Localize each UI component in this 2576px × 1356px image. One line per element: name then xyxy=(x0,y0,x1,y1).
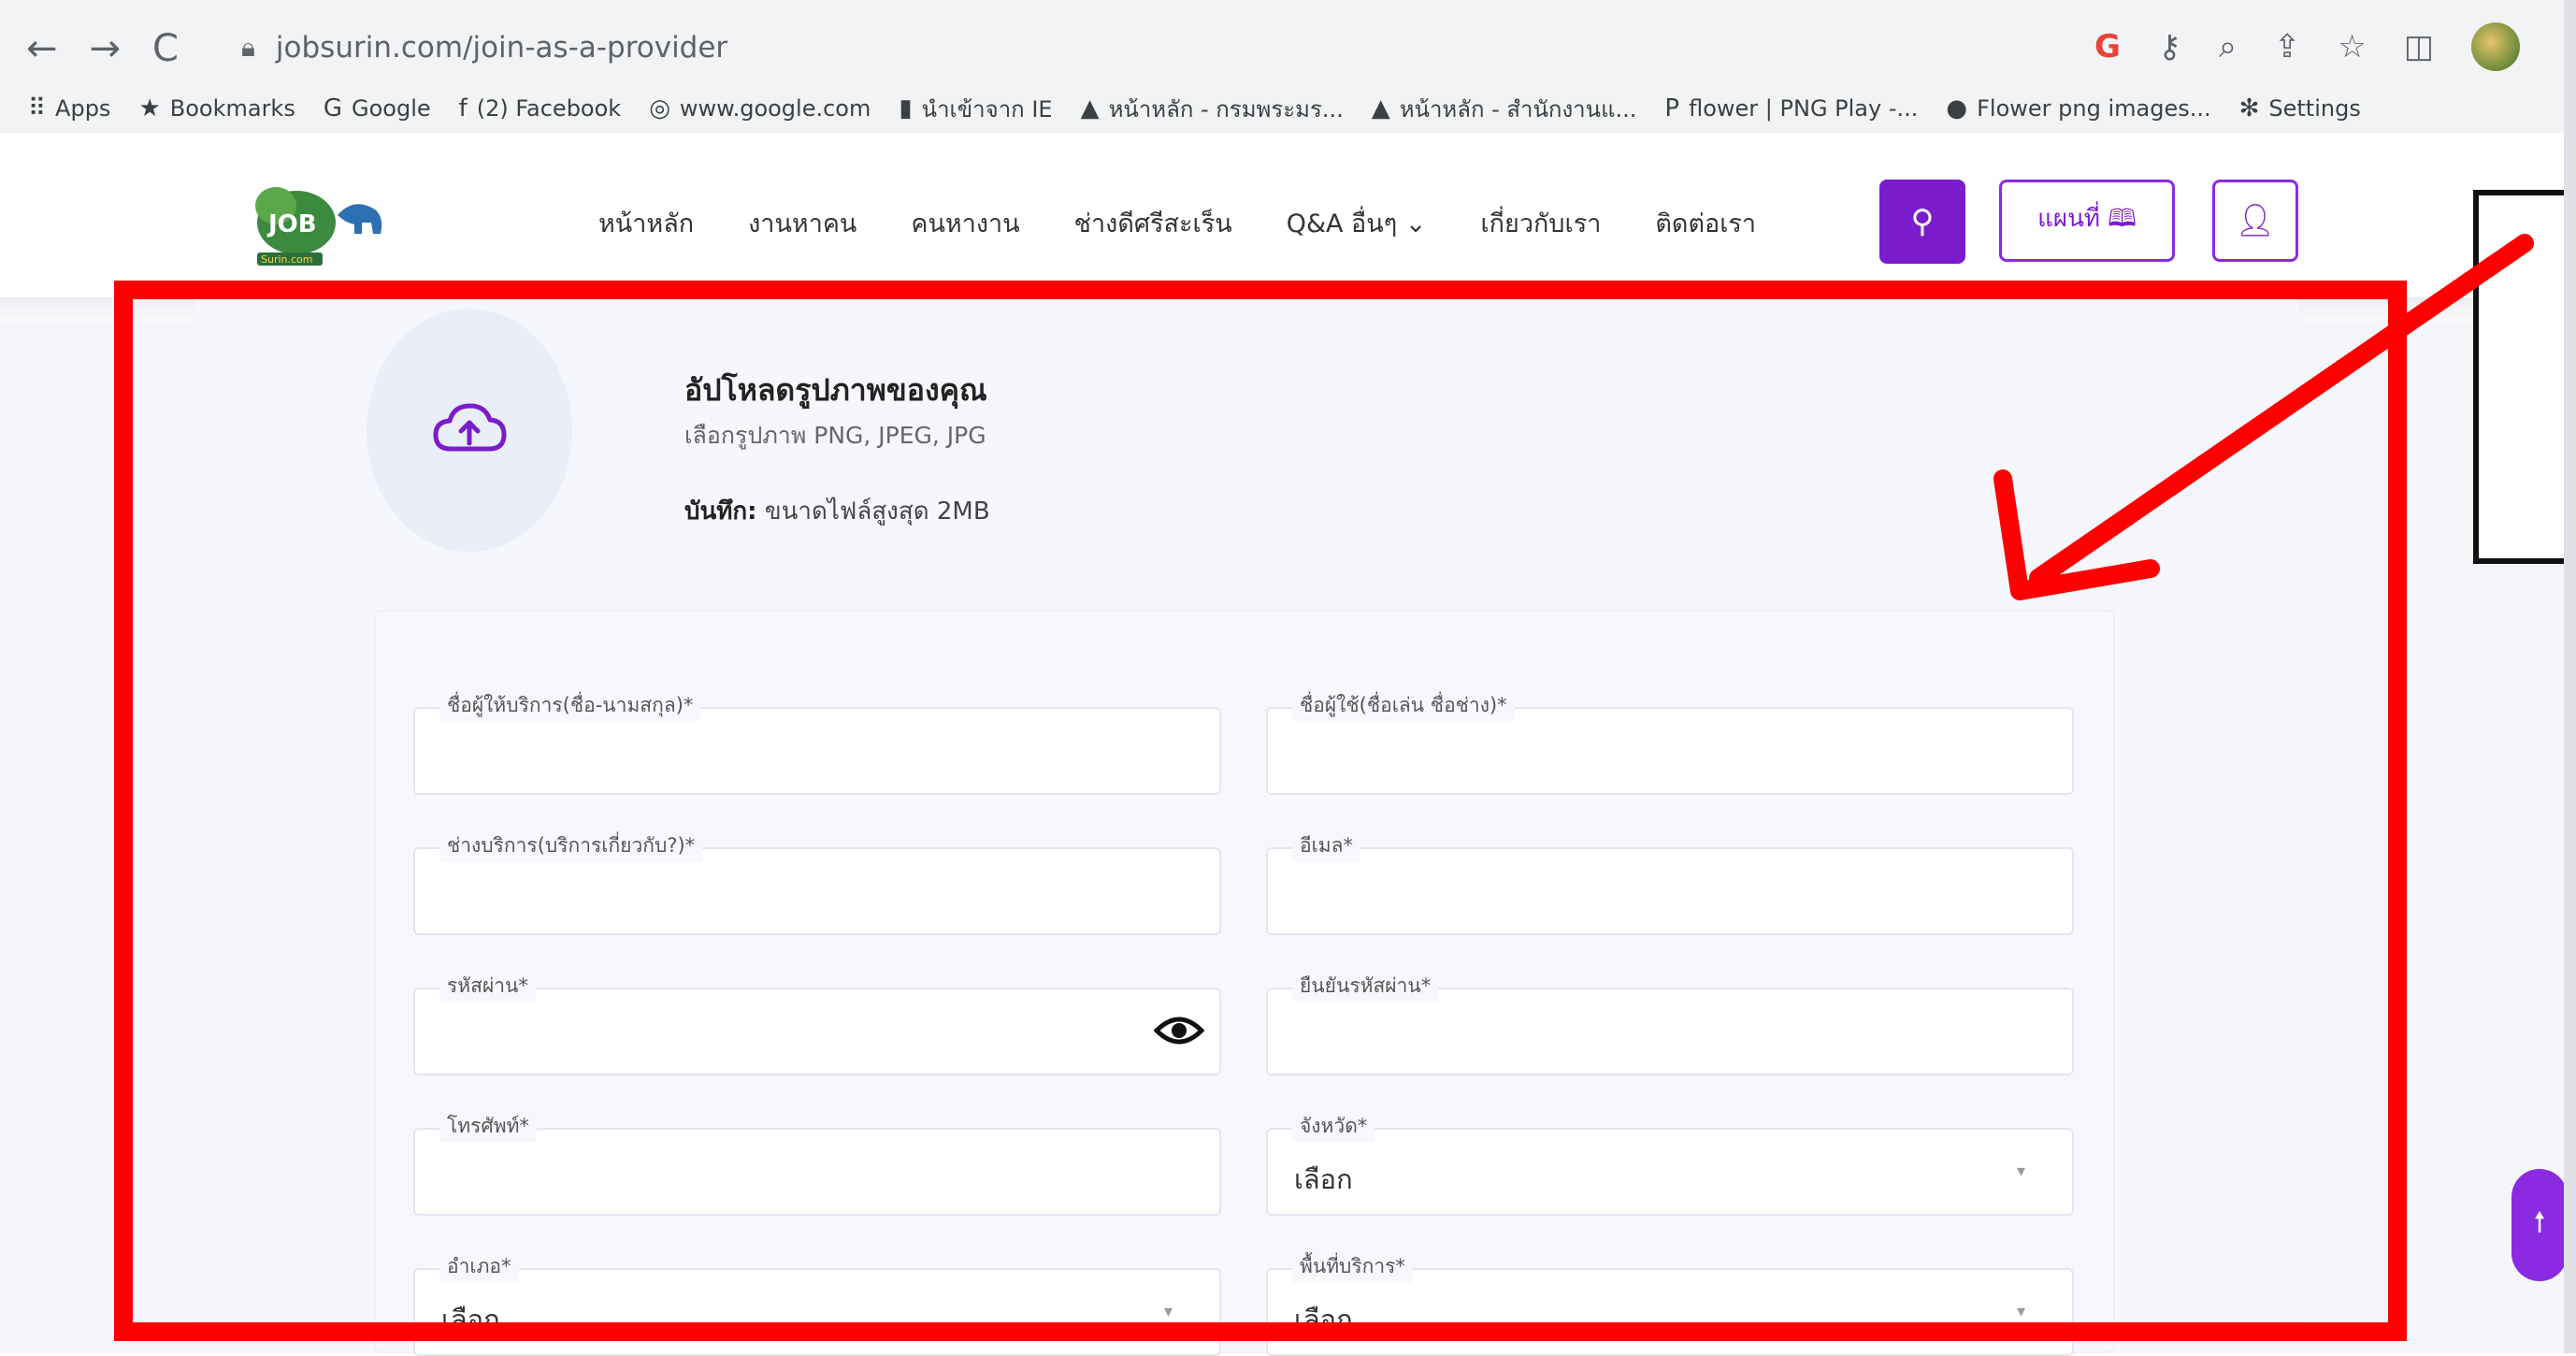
bookmark-label: www.google.com xyxy=(679,95,871,122)
search-button[interactable]: ⚲ xyxy=(1879,180,1965,264)
bookmark-item[interactable]: ▮ นำเข้าจาก IE xyxy=(899,91,1052,127)
lock-icon: 🔒︎ xyxy=(241,32,255,63)
bookmark-label: หน้าหลัก - สำนักงานแ... xyxy=(1399,95,1637,123)
bookmark-label: (2) Facebook xyxy=(476,95,622,122)
star-icon[interactable]: ☆ xyxy=(2338,28,2366,65)
site-icon: ▲ xyxy=(1080,94,1100,123)
nav-item[interactable]: หน้าหลัก xyxy=(598,203,694,243)
bookmark-label: นำเข้าจาก IE xyxy=(921,95,1053,123)
bookmark-label: Settings xyxy=(2268,95,2361,122)
nav-item[interactable]: ติดต่อเรา xyxy=(1655,203,1756,243)
globe-icon: ◎ xyxy=(649,94,670,123)
bookmark-label: flower | PNG Play -... xyxy=(1689,95,1919,122)
bookmark-item[interactable]: Pflower | PNG Play -... xyxy=(1664,94,1918,123)
google-translate-icon[interactable]: G xyxy=(2094,28,2121,65)
profile-avatar[interactable] xyxy=(2471,22,2520,71)
bookmark-item[interactable]: ◎ www.google.com xyxy=(649,94,871,123)
svg-text:Surin.com: Surin.com xyxy=(261,253,313,266)
bookmark-item[interactable]: f (2) Facebook xyxy=(459,94,622,123)
bookmark-item[interactable]: ⠿ Apps xyxy=(28,94,110,123)
nav-item[interactable]: Q&A อื่นๆ ⌄ xyxy=(1287,203,1427,243)
bookmark-item[interactable]: G Google xyxy=(324,94,431,123)
browser-nav-buttons: ← → C xyxy=(26,21,179,77)
google-icon: G xyxy=(323,94,342,123)
bookmark-item[interactable]: ✻ Settings xyxy=(2239,94,2361,123)
flower-icon: ● xyxy=(1946,94,1968,123)
side-panel-icon[interactable]: ◫ xyxy=(2404,28,2434,65)
reload-icon[interactable]: C xyxy=(152,27,179,70)
share-icon[interactable]: ⇪ xyxy=(2274,28,2301,65)
pinterest-icon: P xyxy=(1664,94,1680,123)
nav-item[interactable]: เกี่ยวกับเรา xyxy=(1480,203,1601,243)
bookmark-label: Bookmarks xyxy=(169,95,295,122)
facebook-icon: f xyxy=(458,94,468,123)
back-icon[interactable]: ← xyxy=(26,27,58,70)
folder-icon: ▮ xyxy=(899,94,913,123)
apps-grid-icon: ⠿ xyxy=(28,94,47,123)
nav-item[interactable]: คนหางาน xyxy=(911,203,1019,243)
gear-icon: ✻ xyxy=(2238,94,2260,123)
key-icon[interactable]: ⚷ xyxy=(2158,28,2181,65)
bookmark-item[interactable]: ● Flower png images... xyxy=(1946,94,2210,123)
scroll-to-top-button[interactable]: 🠕 xyxy=(2511,1169,2568,1281)
bookmark-label: Apps xyxy=(55,95,111,122)
nav-item[interactable]: งานหาคน xyxy=(748,203,856,243)
bookmark-item[interactable]: ★ Bookmarks xyxy=(138,94,295,123)
arrow-up-icon: 🠕 xyxy=(2533,1205,2546,1239)
jobsurin-logo[interactable]: JOB Surin.com xyxy=(248,178,397,271)
window-edge xyxy=(2564,0,2576,1353)
annotation-red-arrow xyxy=(1993,234,2534,600)
bookmark-item[interactable]: ▲ หน้าหลัก - กรมพระมร... xyxy=(1081,91,1344,127)
site-icon: ▲ xyxy=(1371,94,1390,123)
svg-text:JOB: JOB xyxy=(266,210,317,238)
nav-item[interactable]: ช่างดีศรีสะเร็น xyxy=(1074,203,1232,243)
bookmarks-bar: ⠿ Apps ★ Bookmarks G Google f (2) Facebook ◎ www.… xyxy=(0,84,2576,135)
main-nav: หน้าหลัก งานหาคน คนหางาน ช่างดีศรีสะเร็น Q&A… xyxy=(598,203,1756,243)
url-text[interactable]: jobsurin.com/join-as-a-provider xyxy=(276,31,727,65)
bookmark-label: Google xyxy=(352,95,431,122)
star-icon: ★ xyxy=(138,94,161,123)
browser-action-icons: G ⚷ ⌕ ⇪ ☆ ◫ xyxy=(2094,22,2520,71)
bookmark-item[interactable]: ▲ หน้าหลัก - สำนักงานแ... xyxy=(1372,91,1637,127)
bookmark-label: Flower png images... xyxy=(1977,95,2211,122)
search-icon: ⚲ xyxy=(1910,203,1935,240)
forward-icon[interactable]: → xyxy=(90,27,122,70)
bookmark-label: หน้าหลัก - กรมพระมร... xyxy=(1108,95,1344,123)
zoom-icon[interactable]: ⌕ xyxy=(2219,28,2237,65)
